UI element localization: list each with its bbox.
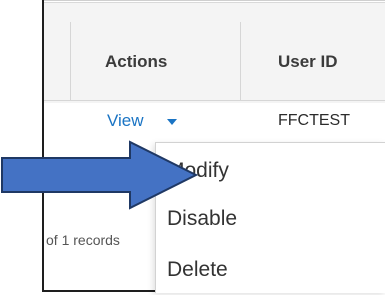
column-separator <box>70 22 71 100</box>
view-actions-link[interactable]: View <box>107 110 144 132</box>
column-header-user-id[interactable]: User ID <box>278 50 338 74</box>
column-header-actions[interactable]: Actions <box>105 50 167 74</box>
annotation-arrow-icon <box>1 140 199 210</box>
records-count-text: of 1 records <box>46 232 120 248</box>
header-divider <box>44 100 385 101</box>
chevron-down-icon[interactable] <box>167 119 177 125</box>
column-separator <box>240 22 241 100</box>
frame-top-border <box>42 0 385 1</box>
user-id-cell: FFCTEST <box>278 112 350 129</box>
menu-item-delete[interactable]: Delete <box>167 254 228 286</box>
page: Actions User ID View FFCTEST of 1 record… <box>0 0 385 295</box>
arrow-shape <box>1 140 199 210</box>
